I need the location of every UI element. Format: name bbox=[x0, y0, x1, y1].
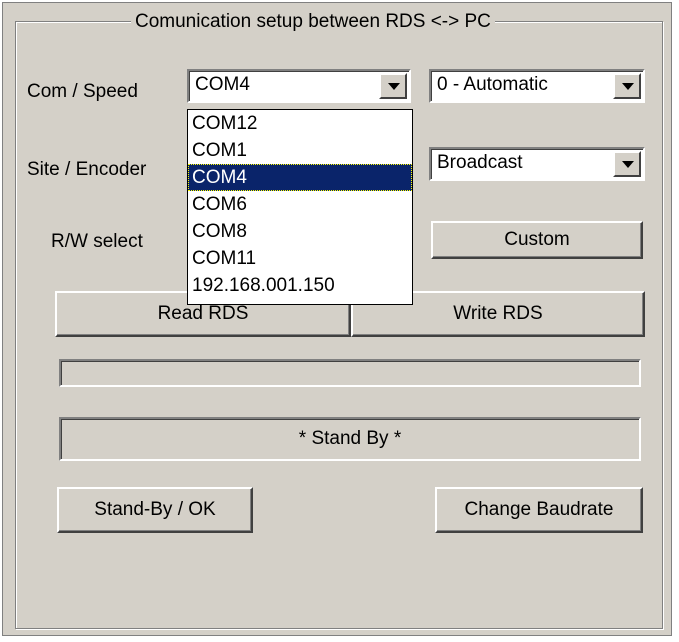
site-encoder-label: Site / Encoder bbox=[27, 159, 147, 180]
dropdown-option-com6[interactable]: COM6 bbox=[188, 191, 412, 218]
dropdown-option-com11[interactable]: COM11 bbox=[188, 245, 412, 272]
com-port-dropdown-list[interactable]: COM12 COM1 COM4 COM6 COM8 COM11 192.168.… bbox=[187, 109, 413, 305]
progress-bar bbox=[59, 359, 641, 387]
standby-ok-button[interactable]: Stand-By / OK bbox=[57, 487, 253, 533]
dropdown-option-com4[interactable]: COM4 bbox=[188, 164, 412, 191]
com-port-value: COM4 bbox=[195, 74, 250, 95]
change-baudrate-button[interactable]: Change Baudrate bbox=[435, 487, 643, 533]
dropdown-option-ip[interactable]: 192.168.001.150 bbox=[188, 272, 412, 299]
chevron-down-icon[interactable] bbox=[613, 73, 641, 99]
dropdown-option-com1[interactable]: COM1 bbox=[188, 137, 412, 164]
group-title: Comunication setup between RDS <-> PC bbox=[131, 11, 495, 33]
status-text: * Stand By * bbox=[298, 428, 402, 449]
custom-button[interactable]: Custom bbox=[431, 221, 643, 259]
encoder-value: Broadcast bbox=[437, 152, 523, 173]
speed-value: 0 - Automatic bbox=[437, 74, 548, 95]
dialog-panel: Comunication setup between RDS <-> PC Co… bbox=[2, 2, 672, 636]
status-display: * Stand By * bbox=[59, 417, 641, 461]
encoder-select[interactable]: Broadcast bbox=[429, 147, 645, 181]
rw-select-label: R/W select bbox=[51, 231, 143, 252]
chevron-down-icon[interactable] bbox=[379, 73, 407, 99]
chevron-down-icon[interactable] bbox=[613, 151, 641, 177]
com-port-select[interactable]: COM4 bbox=[187, 69, 411, 103]
dropdown-option-com12[interactable]: COM12 bbox=[188, 110, 412, 137]
speed-select[interactable]: 0 - Automatic bbox=[429, 69, 645, 103]
com-speed-label: Com / Speed bbox=[27, 81, 138, 102]
dropdown-option-com8[interactable]: COM8 bbox=[188, 218, 412, 245]
